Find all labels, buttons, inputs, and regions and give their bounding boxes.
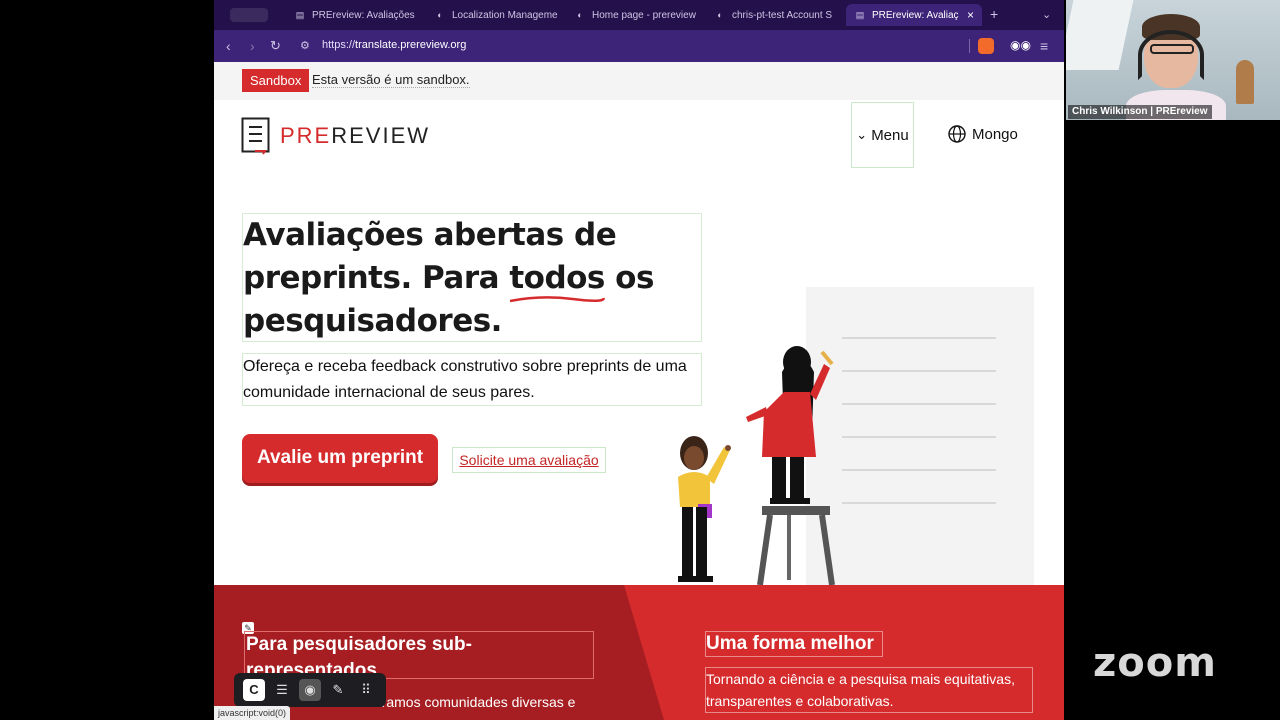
list-icon[interactable]: ☰ (271, 679, 293, 701)
sandbox-badge: Sandbox (242, 69, 310, 92)
underrepresented-text: ...ramos comunidades diversas e (370, 694, 576, 710)
url-field[interactable]: https://translate.prereview.org (322, 39, 466, 51)
tab-strip: ▤ PREreview: Avaliações ◐ Localization M… (214, 0, 1064, 30)
doc-icon: ▤ (855, 9, 865, 20)
tab-home-page[interactable]: ◐ Home page - prereview (566, 4, 706, 26)
divider (969, 39, 970, 53)
tab-group-pill[interactable] (230, 8, 268, 22)
request-review-link[interactable]: Solicite uma avaliação (452, 447, 606, 473)
pencil-icon[interactable]: ✎ (327, 679, 349, 701)
forward-icon[interactable]: › (250, 38, 255, 54)
participant-name: Chris Wilkinson | PREreview (1068, 105, 1212, 119)
video-tile: Chris Wilkinson | PREreview (1066, 0, 1280, 120)
tab-prereview-1[interactable]: ▤ PREreview: Avaliações (286, 4, 426, 26)
chevron-down-icon[interactable]: ⌄ (1042, 8, 1051, 21)
screen: ▤ PREreview: Avaliações ◐ Localization M… (0, 0, 1280, 720)
crowdin-logo-icon[interactable]: C (243, 679, 265, 701)
prereview-logo-icon[interactable] (241, 117, 271, 155)
better-way-text: Tornando a ciência e a pesquisa mais equ… (705, 667, 1033, 713)
crowdin-icon: ◐ (717, 10, 723, 20)
underrepresented-title: Para pesquisadores sub-representados (244, 631, 594, 681)
tab-title: PREreview: Avaliaç (872, 9, 959, 21)
glasses (1150, 44, 1194, 54)
new-tab-icon[interactable]: + (990, 6, 998, 22)
language-selector[interactable]: Mongo (948, 125, 1018, 143)
tab-localization[interactable]: ◐ Localization Manageme (426, 4, 566, 26)
eye-icon[interactable]: ◉ (299, 679, 321, 701)
sandbox-banner: Sandbox Esta versão é um sandbox. (214, 62, 1064, 100)
url-scheme: https:// (322, 39, 356, 51)
status-bar: javascript:void(0) (214, 706, 291, 720)
menu-label: Menu (871, 126, 909, 144)
zoom-logo: zoom (1093, 640, 1217, 686)
tab-title: chris-pt-test Account S (732, 9, 833, 21)
close-icon[interactable]: × (967, 8, 974, 22)
reader-icon[interactable]: ◉◉ (1010, 38, 1031, 54)
browser-window: ▤ PREreview: Avaliações ◐ Localization M… (214, 0, 1064, 720)
underline-swash (510, 296, 605, 303)
prereview-logo[interactable]: PREREVIEW (280, 123, 430, 149)
hero-title-highlight: todos (509, 257, 605, 303)
brave-shield-icon[interactable] (978, 38, 994, 54)
tab-title: PREreview: Avaliações (312, 9, 415, 21)
hero-illustration (678, 287, 1034, 586)
menu-icon[interactable]: ≡ (1040, 38, 1048, 54)
crowdin-icon: ◐ (437, 10, 443, 20)
globe-icon (948, 125, 966, 143)
window-light (1066, 0, 1134, 70)
back-icon[interactable]: ‹ (226, 38, 231, 54)
language-label: Mongo (972, 125, 1018, 143)
sandbox-text: Esta versão é um sandbox. (312, 72, 470, 88)
review-preprint-button[interactable]: Avalie um preprint (242, 434, 438, 483)
hero-title: Avaliações abertas de preprints. Para to… (242, 213, 702, 342)
tab-prereview-active[interactable]: ▤ PREreview: Avaliaç × (846, 4, 982, 26)
reload-icon[interactable]: ↻ (270, 38, 281, 54)
chevron-down-icon: ⌄ (856, 127, 868, 142)
headset-icon (1138, 30, 1204, 80)
address-bar: ‹ › ↻ ⚙ https://translate.prereview.org … (214, 30, 1064, 62)
logo-pre: PRE (280, 123, 332, 148)
background-object (1236, 60, 1254, 104)
menu-button[interactable]: ⌄ Menu (851, 102, 914, 168)
hero-subtitle: Ofereça e receba feedback construtivo so… (242, 353, 702, 406)
tab-account[interactable]: ◐ chris-pt-test Account S (706, 4, 846, 26)
better-way-title: Uma forma melhor (705, 631, 883, 657)
crowdin-icon: ◐ (577, 10, 583, 20)
tab-title: Home page - prereview (592, 9, 696, 21)
web-page: Sandbox Esta versão é um sandbox. PREREV… (214, 62, 1064, 720)
drag-handle-icon[interactable]: ⠿ (355, 679, 377, 701)
url-host: translate.prereview.org (355, 39, 467, 51)
site-settings-icon[interactable]: ⚙ (300, 38, 310, 54)
logo-rest: REVIEW (331, 123, 431, 148)
doc-icon: ▤ (295, 9, 305, 20)
hero-title-highlight-text: todos (509, 260, 605, 296)
crowdin-toolbar: C ☰ ◉ ✎ ⠿ (234, 673, 386, 707)
tab-title: Localization Manageme (452, 9, 558, 21)
